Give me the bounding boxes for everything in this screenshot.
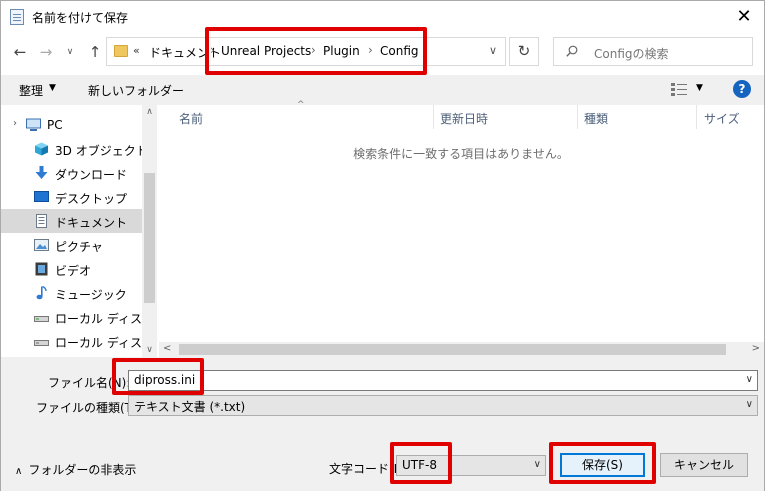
navigation-pane: › PC 3D オブジェクト ダウンロード デスクトップ ドキュメント ピクチャ… xyxy=(1,105,157,357)
sidebar-item-label: ビデオ xyxy=(55,264,92,278)
sidebar-scroll-thumb[interactable] xyxy=(144,173,155,303)
filetype-select[interactable]: テキスト文書 (*.txt) ∨ xyxy=(128,395,758,416)
column-header-label: 更新日時 xyxy=(440,112,489,126)
cancel-button[interactable]: キャンセル xyxy=(660,453,748,477)
expand-chevron-icon[interactable]: › xyxy=(13,118,17,129)
filename-field[interactable]: dipross.ini ∨ xyxy=(128,370,758,391)
address-dropdown-button[interactable]: ∨ xyxy=(489,44,497,57)
filename-label: ファイル名(N): xyxy=(48,376,131,390)
search-icon xyxy=(566,45,578,57)
scroll-up-arrow-icon[interactable]: ∧ xyxy=(142,107,157,117)
chevron-up-icon: ∧ xyxy=(15,466,23,477)
scroll-down-arrow-icon[interactable]: ∨ xyxy=(142,345,157,355)
window-title: 名前を付けて保存 xyxy=(32,11,129,25)
new-folder-button[interactable]: 新しいフォルダー xyxy=(88,82,184,99)
sidebar-item-label: ミュージック xyxy=(55,288,127,302)
pictures-icon xyxy=(34,239,49,251)
breadcrumb-separator[interactable]: › xyxy=(368,43,373,57)
filename-value: dipross.ini xyxy=(134,373,196,387)
hide-folders-button[interactable]: ∧ フォルダーの非表示 xyxy=(15,461,136,478)
address-bar[interactable]: « ドキュメント › Unreal Projects › Plugin › Co… xyxy=(106,37,506,66)
view-caret-icon[interactable]: ▼ xyxy=(696,83,703,93)
music-icon xyxy=(36,286,47,300)
chevron-down-icon[interactable]: ∨ xyxy=(746,399,753,410)
scroll-right-arrow-icon[interactable]: > xyxy=(752,343,760,354)
save-as-dialog: 名前を付けて保存 ✕ ← → ∨ ↑ « ドキュメント › Unreal Pro… xyxy=(0,0,765,491)
drive-icon xyxy=(34,316,49,322)
breadcrumb-plugin[interactable]: Plugin xyxy=(323,44,360,58)
sidebar-item-downloads[interactable]: ダウンロード xyxy=(1,161,142,185)
breadcrumb-unreal-projects[interactable]: Unreal Projects xyxy=(221,44,311,58)
sidebar-item-pc[interactable]: › PC xyxy=(1,113,142,137)
breadcrumb-separator[interactable]: › xyxy=(210,43,215,57)
file-list-horizontal-scrollbar[interactable]: < > xyxy=(159,342,764,357)
up-button[interactable]: ↑ xyxy=(85,41,105,63)
filetype-label: ファイルの種類(T): xyxy=(36,401,141,415)
save-button[interactable]: 保存(S) xyxy=(560,453,645,477)
desktop-icon xyxy=(34,191,49,202)
search-placeholder: Configの検索 xyxy=(594,47,669,61)
organize-button[interactable]: 整理 xyxy=(19,82,43,99)
hide-folders-label: フォルダーの非表示 xyxy=(28,463,137,477)
forward-button[interactable]: → xyxy=(36,41,56,63)
filetype-value: テキスト文書 (*.txt) xyxy=(134,400,246,414)
3d-objects-icon xyxy=(35,142,48,156)
sidebar-item-documents[interactable]: ドキュメント xyxy=(1,209,142,233)
chevron-down-icon[interactable]: ∨ xyxy=(746,374,753,385)
pc-icon xyxy=(26,118,41,131)
encoding-select[interactable]: UTF-8 ∨ xyxy=(396,455,546,476)
scroll-left-arrow-icon[interactable]: < xyxy=(163,343,171,354)
sidebar-item-desktop[interactable]: デスクトップ xyxy=(1,185,142,209)
refresh-button[interactable]: ↻ xyxy=(509,37,539,66)
sidebar-item-local-disk-d[interactable]: ローカル ディスク (D xyxy=(1,329,157,353)
column-header-label: サイズ xyxy=(704,112,740,126)
encoding-value: UTF-8 xyxy=(402,458,437,472)
sidebar-item-label: ドキュメント xyxy=(55,216,128,230)
chevron-down-icon[interactable]: ∨ xyxy=(534,459,541,470)
sidebar-item-music[interactable]: ミュージック xyxy=(1,281,142,305)
sidebar-item-videos[interactable]: ビデオ xyxy=(1,257,142,281)
recent-locations-button[interactable]: ∨ xyxy=(63,41,77,63)
column-divider[interactable] xyxy=(577,105,578,129)
folder-icon xyxy=(114,45,128,57)
empty-list-message: 検索条件に一致する項目はありません。 xyxy=(353,147,569,161)
column-divider[interactable] xyxy=(696,105,697,129)
address-overflow-button[interactable]: « xyxy=(133,44,140,57)
help-icon[interactable]: ? xyxy=(733,80,751,98)
breadcrumb-separator[interactable]: › xyxy=(311,43,316,57)
sidebar-item-label: PC xyxy=(47,118,63,132)
column-header-type[interactable]: 種類 xyxy=(584,105,689,129)
column-header-name[interactable]: 名前 xyxy=(179,105,429,129)
back-button[interactable]: ← xyxy=(10,41,30,63)
column-divider[interactable] xyxy=(433,105,434,129)
save-options-panel: ファイル名(N): dipross.ini ∨ ファイルの種類(T): テキスト… xyxy=(1,357,764,491)
organize-caret-icon[interactable]: ▼ xyxy=(49,83,56,93)
sidebar-item-label: 3D オブジェクト xyxy=(55,144,148,158)
horizontal-scroll-thumb[interactable] xyxy=(179,344,726,355)
toolbar: 整理 ▼ 新しいフォルダー ▼ ? xyxy=(1,75,764,105)
sidebar-item-label: デスクトップ xyxy=(55,192,128,206)
notepad-icon xyxy=(10,9,24,25)
view-options-icon[interactable] xyxy=(671,82,687,96)
download-icon xyxy=(35,166,48,179)
sidebar-item-local-disk-c[interactable]: ローカル ディスク (C xyxy=(1,305,157,329)
sidebar-item-3d-objects[interactable]: 3D オブジェクト xyxy=(1,137,148,161)
sidebar-item-label: ダウンロード xyxy=(55,168,128,182)
column-header-modified[interactable]: 更新日時 xyxy=(440,105,575,129)
title-bar: 名前を付けて保存 ✕ xyxy=(1,1,764,33)
sidebar-item-pictures[interactable]: ピクチャ xyxy=(1,233,142,257)
search-input[interactable]: Configの検索 xyxy=(553,37,753,66)
column-header-label: 名前 xyxy=(179,112,204,126)
sidebar-scrollbar[interactable]: ∧ ∨ xyxy=(142,105,157,357)
sidebar-item-label: ピクチャ xyxy=(55,240,103,254)
column-header-label: 種類 xyxy=(584,112,609,126)
close-button[interactable]: ✕ xyxy=(730,5,758,29)
drive-icon xyxy=(34,340,49,346)
videos-icon xyxy=(35,262,48,276)
documents-icon xyxy=(36,214,47,228)
breadcrumb-config[interactable]: Config xyxy=(380,44,419,58)
column-header-size[interactable]: サイズ xyxy=(704,105,762,129)
